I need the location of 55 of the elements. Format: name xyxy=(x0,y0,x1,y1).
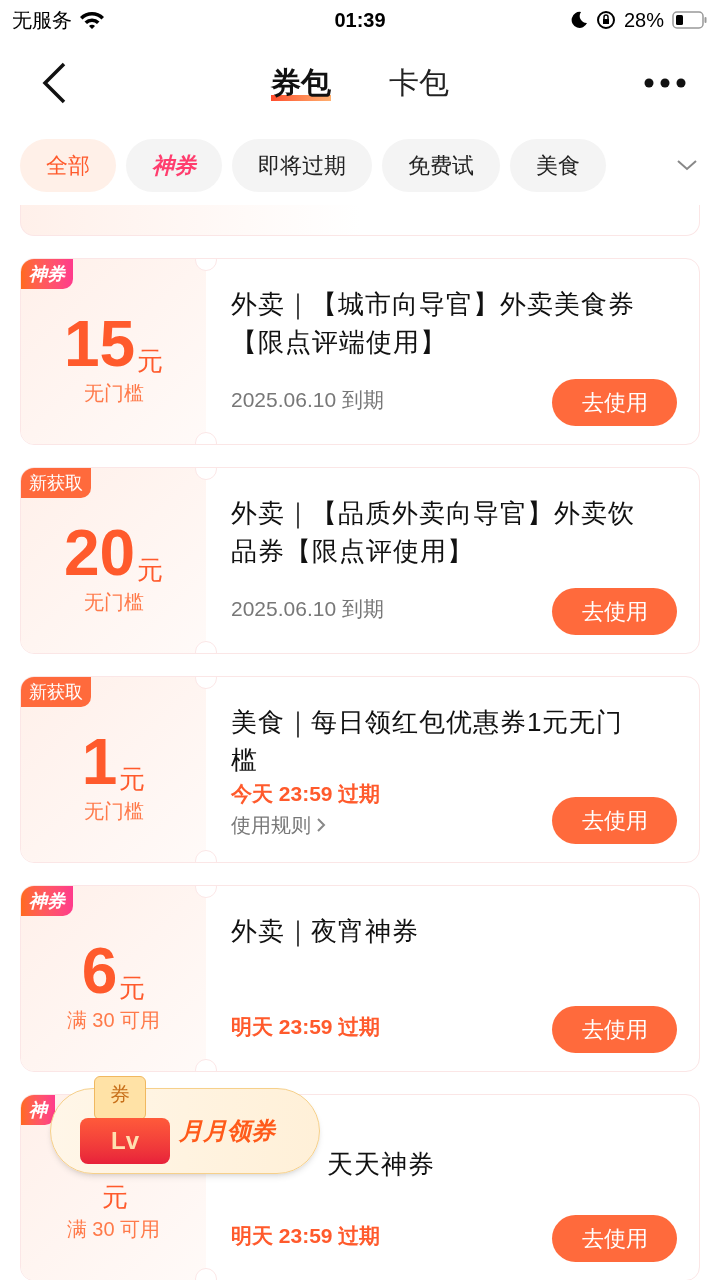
expiry-date: 明天 23:59 过期 xyxy=(231,1223,381,1249)
coupon-condition: 无门槛 xyxy=(83,380,144,406)
amount-unit: 元 xyxy=(137,345,164,376)
coupon-badge: 神券 xyxy=(21,886,73,916)
coupon-title: 天天神券 xyxy=(327,1148,436,1181)
coupon-condition: 无门槛 xyxy=(83,798,144,824)
amount-unit: 元 xyxy=(119,972,146,1003)
battery-percent: 28% xyxy=(623,8,664,33)
chevron-down-icon[interactable] xyxy=(676,159,698,171)
ticket-badge: 券 xyxy=(94,1076,146,1120)
header-tab[interactable]: 券包 xyxy=(271,60,331,105)
rules-link[interactable]: 使用规则 xyxy=(231,810,381,840)
more-icon[interactable] xyxy=(644,77,686,88)
filter-chip[interactable]: 免费试 xyxy=(382,138,500,192)
use-button[interactable]: 去使用 xyxy=(552,1215,677,1262)
coupon-badge: 神 xyxy=(21,1095,55,1125)
use-button[interactable]: 去使用 xyxy=(552,797,677,844)
filter-chip[interactable]: 即将过期 xyxy=(232,138,372,192)
coupon-title: 外卖｜夜宵神券 xyxy=(231,915,420,949)
filter-chip[interactable]: 全部 xyxy=(20,138,116,192)
wifi-icon xyxy=(78,10,106,30)
use-button[interactable]: 去使用 xyxy=(552,1006,677,1053)
coupon-title: 美食｜每日领红包优惠券1元无门槛 xyxy=(231,706,625,777)
coupon-amount: 6 xyxy=(81,938,118,1003)
coupon-amount: 1 xyxy=(81,729,118,794)
expiry-date: 2025.06.10 到期 xyxy=(231,596,384,622)
back-icon[interactable] xyxy=(40,60,68,105)
battery-icon xyxy=(672,10,708,30)
rotation-lock-icon xyxy=(595,10,616,30)
coupon-amount: 15 xyxy=(63,311,136,376)
amount-unit: 元 xyxy=(119,763,146,794)
expiry-date: 今天 23:59 过期 xyxy=(231,781,381,807)
coupon-badge: 神券 xyxy=(21,259,73,289)
coupon-amount: 20 xyxy=(63,520,136,585)
amount-unit: 元 xyxy=(137,554,164,585)
coupon-badge: 新获取 xyxy=(21,677,91,707)
amount-unit: 元 xyxy=(101,1181,128,1212)
use-button[interactable]: 去使用 xyxy=(552,588,677,635)
chevron-right-icon xyxy=(315,816,327,834)
expiry-date: 2025.06.10 到期 xyxy=(231,387,384,413)
carrier-label: 无服务 xyxy=(12,8,72,33)
coupon-condition: 无门槛 xyxy=(83,589,144,615)
moon-icon xyxy=(569,11,588,29)
filter-chip[interactable]: 美食 xyxy=(510,138,606,192)
filter-chip[interactable]: 神券 xyxy=(126,138,222,192)
coupon-title: 外卖｜【品质外卖向导官】外卖饮品券【限点评使用】 xyxy=(231,497,636,568)
coupon-condition: 满 30 可用 xyxy=(66,1216,161,1242)
coupon-title: 外卖｜【城市向导官】外卖美食券【限点评端使用】 xyxy=(231,288,636,359)
coupon-condition: 满 30 可用 xyxy=(66,1007,161,1033)
header-tab[interactable]: 卡包 xyxy=(389,60,449,105)
use-button[interactable]: 去使用 xyxy=(552,379,677,426)
clock-time: 01:39 xyxy=(334,8,386,33)
envelope-badge: Lv xyxy=(80,1118,170,1164)
expiry-date: 明天 23:59 过期 xyxy=(231,1014,381,1040)
coupon-badge: 新获取 xyxy=(21,468,91,498)
